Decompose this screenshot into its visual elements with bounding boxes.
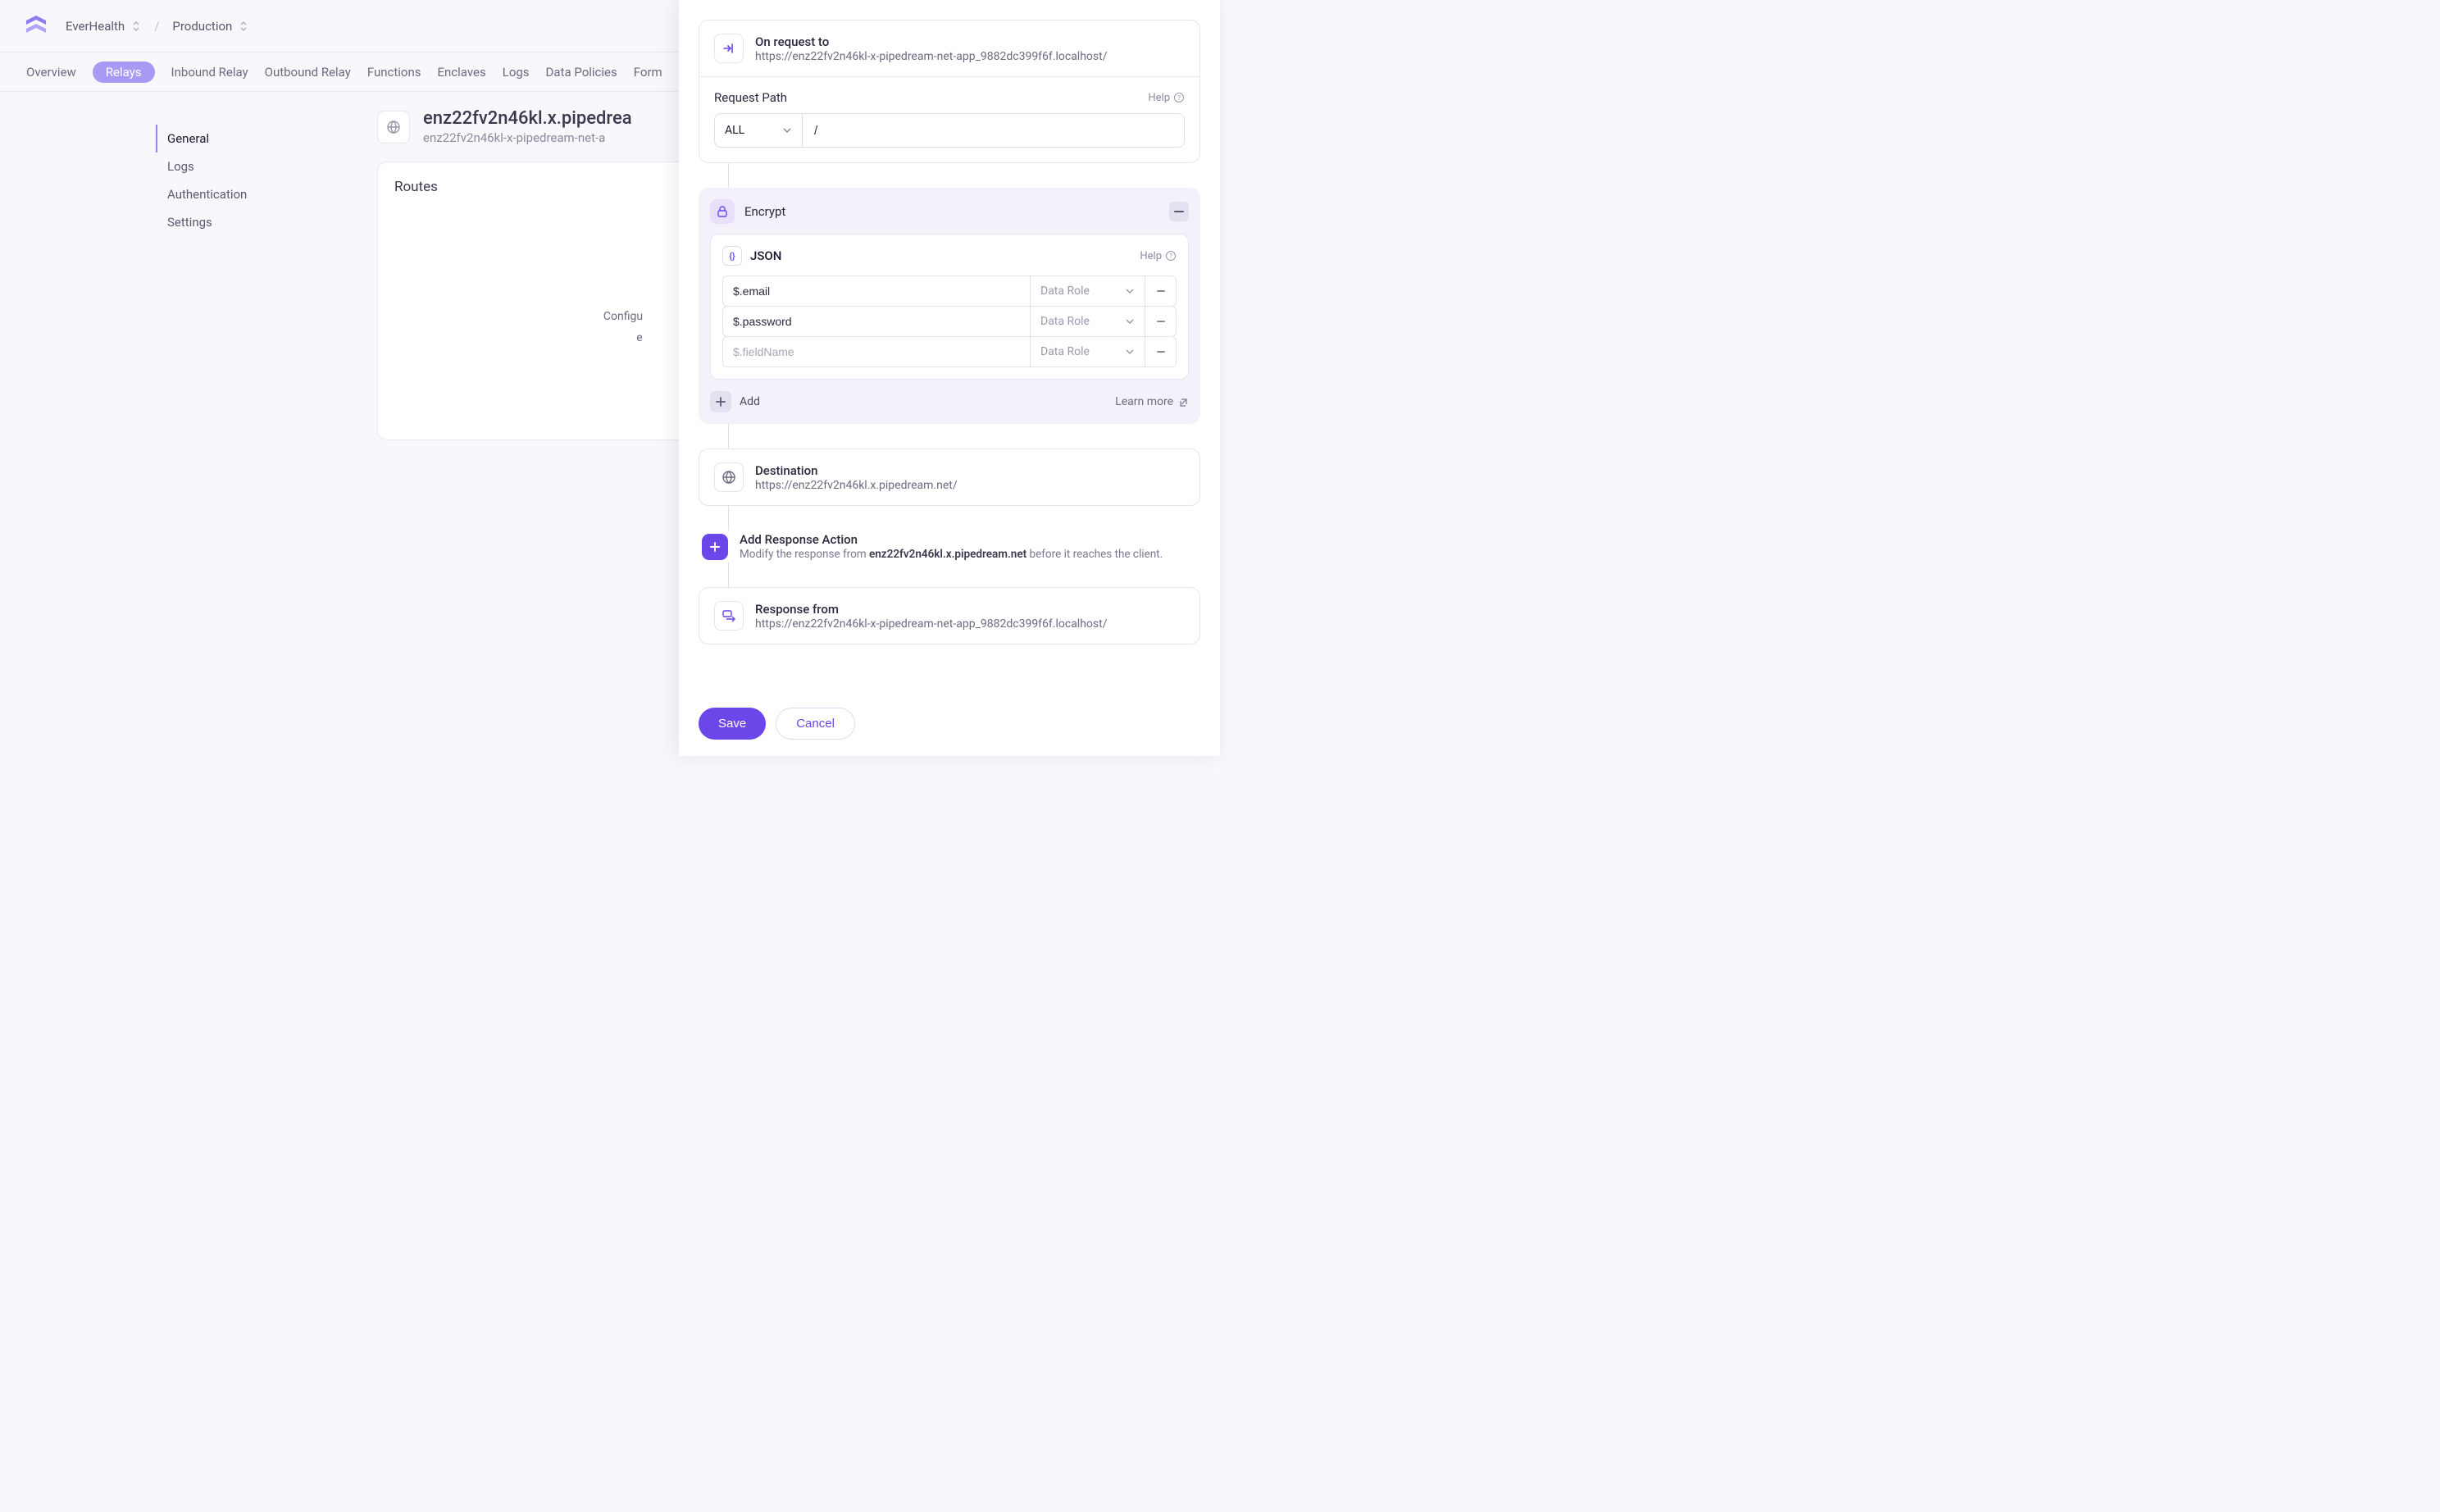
remove-row-2[interactable] <box>1145 336 1177 367</box>
plus-icon <box>710 391 731 412</box>
request-card: On request to https://enz22fv2n46kl-x-pi… <box>699 20 1200 163</box>
sidebar-item-logs[interactable]: Logs <box>156 153 213 180</box>
globe-icon <box>722 470 736 485</box>
connector <box>728 562 729 587</box>
chevron-down-icon <box>1125 288 1135 294</box>
tab-form[interactable]: Form <box>634 65 662 80</box>
chevron-down-icon <box>782 127 792 134</box>
json-card: {} JSON Help ? Data Role <box>710 234 1189 380</box>
method-select[interactable]: ALL <box>714 113 803 148</box>
chevron-updown-icon <box>131 20 141 32</box>
external-link-icon <box>1178 397 1189 408</box>
role-select-2[interactable]: Data Role <box>1031 336 1145 367</box>
page-subtitle: enz22fv2n46kl-x-pipedream-net-a <box>423 130 632 145</box>
plus-badge-icon <box>702 534 728 560</box>
sidebar-item-authentication[interactable]: Authentication <box>156 180 213 208</box>
minus-icon <box>1157 290 1165 292</box>
minus-icon <box>1157 321 1165 322</box>
connector <box>728 424 729 449</box>
remove-row-1[interactable] <box>1145 306 1177 337</box>
logo[interactable] <box>23 13 49 39</box>
chevron-down-icon <box>1125 318 1135 325</box>
response-icon-box <box>714 601 744 631</box>
breadcrumb-env[interactable]: Production <box>172 19 248 34</box>
destination-url: https://enz22fv2n46kl.x.pipedream.net/ <box>755 479 958 492</box>
globe-icon-box <box>377 111 410 143</box>
destination-card: Destination https://enz22fv2n46kl.x.pipe… <box>699 449 1200 506</box>
chevron-down-icon <box>1125 348 1135 355</box>
tab-functions[interactable]: Functions <box>367 65 421 80</box>
cancel-button[interactable]: Cancel <box>776 708 855 740</box>
field-row: Data Role <box>722 306 1177 337</box>
field-row: Data Role <box>722 276 1177 307</box>
globe-icon <box>386 120 401 134</box>
tab-relays[interactable]: Relays <box>93 61 155 83</box>
response-from-url: https://enz22fv2n46kl-x-pipedream-net-ap… <box>755 617 1108 631</box>
request-title: On request to <box>755 34 1108 49</box>
sidebar-item-settings[interactable]: Settings <box>156 208 213 236</box>
logo-icon <box>23 13 49 39</box>
path-input[interactable] <box>803 113 1185 148</box>
drawer: On request to https://enz22fv2n46kl-x-pi… <box>679 0 1220 756</box>
json-icon: {} <box>722 246 742 266</box>
response-action-title: Add Response Action <box>740 532 1163 547</box>
help-icon: ? <box>1173 92 1185 103</box>
request-url: https://enz22fv2n46kl-x-pipedream-net-ap… <box>755 50 1108 63</box>
add-response-action[interactable]: Add Response Action Modify the response … <box>699 531 1200 562</box>
lock-icon-box <box>710 199 735 224</box>
arrow-in-icon <box>714 34 744 63</box>
request-help[interactable]: Help ? <box>1148 92 1185 104</box>
field-input-2[interactable] <box>722 336 1031 367</box>
tab-overview[interactable]: Overview <box>26 65 76 80</box>
learn-more-link[interactable]: Learn more <box>1115 395 1189 408</box>
tab-inbound-relay[interactable]: Inbound Relay <box>171 65 248 80</box>
field-input-1[interactable] <box>722 306 1031 337</box>
role-select-1[interactable]: Data Role <box>1031 306 1145 337</box>
encrypt-card: Encrypt {} JSON Help ? <box>699 188 1200 424</box>
connector <box>728 163 729 188</box>
response-from-card: Response from https://enz22fv2n46kl-x-pi… <box>699 587 1200 644</box>
tab-logs[interactable]: Logs <box>503 65 530 80</box>
page-title: enz22fv2n46kl.x.pipedrea <box>423 108 632 129</box>
remove-row-0[interactable] <box>1145 276 1177 307</box>
response-action-sub: Modify the response from enz22fv2n46kl.x… <box>740 548 1163 561</box>
save-button[interactable]: Save <box>699 708 766 740</box>
help-icon: ? <box>1165 250 1177 262</box>
collapse-button[interactable] <box>1169 202 1189 221</box>
tab-enclaves[interactable]: Enclaves <box>438 65 486 80</box>
response-from-title: Response from <box>755 602 1108 617</box>
drawer-footer: Save Cancel <box>679 691 1220 756</box>
tab-outbound-relay[interactable]: Outbound Relay <box>265 65 351 80</box>
minus-icon <box>1174 211 1184 212</box>
sidebar: General Logs Authentication Settings <box>0 108 213 440</box>
json-title: JSON <box>750 248 1131 263</box>
breadcrumb: EverHealth / Production <box>66 19 248 34</box>
chevron-updown-icon <box>239 20 248 32</box>
lock-icon <box>716 205 729 218</box>
breadcrumb-org[interactable]: EverHealth <box>66 19 141 34</box>
svg-text:?: ? <box>1177 94 1181 102</box>
request-path-label: Request Path <box>714 90 787 105</box>
tab-data-policies[interactable]: Data Policies <box>546 65 617 80</box>
globe-icon-box <box>714 462 744 492</box>
sidebar-item-general[interactable]: General <box>156 125 213 153</box>
field-input-0[interactable] <box>722 276 1031 307</box>
breadcrumb-separator: / <box>154 19 159 34</box>
minus-icon <box>1157 351 1165 353</box>
add-field[interactable]: Add <box>710 391 760 412</box>
encrypt-title: Encrypt <box>744 204 1159 219</box>
connector <box>728 506 729 531</box>
json-help[interactable]: Help ? <box>1140 250 1177 262</box>
destination-title: Destination <box>755 463 958 478</box>
response-icon <box>722 608 736 623</box>
field-row: Data Role <box>722 336 1177 367</box>
svg-text:?: ? <box>1169 253 1172 260</box>
plus-icon <box>709 541 721 553</box>
role-select-0[interactable]: Data Role <box>1031 276 1145 307</box>
